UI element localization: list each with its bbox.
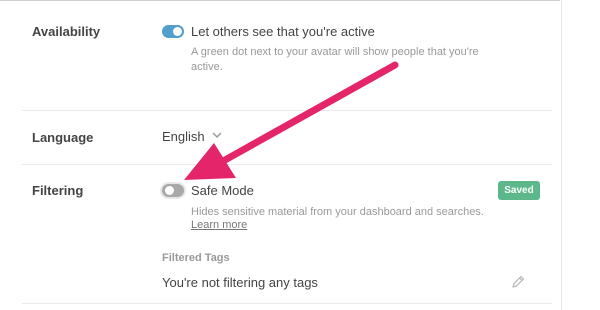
annotation-arrow [184,61,399,180]
